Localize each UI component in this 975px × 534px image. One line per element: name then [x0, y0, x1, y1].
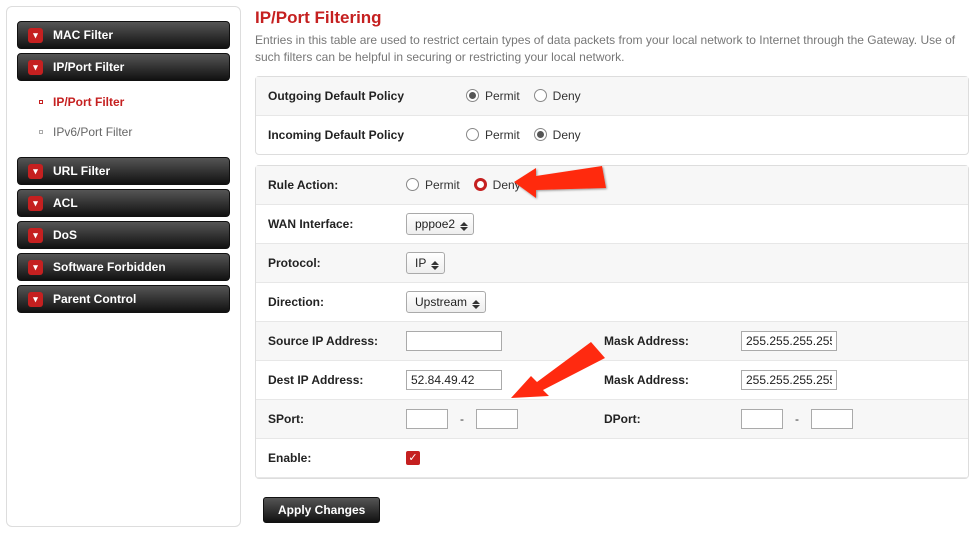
select-value: Upstream: [415, 295, 467, 309]
enable-label: Enable:: [256, 439, 396, 477]
select-value: IP: [415, 256, 426, 270]
enable-checkbox[interactable]: ✓: [406, 451, 420, 465]
nav-label: ACL: [53, 196, 78, 210]
permit-label: Permit: [485, 89, 520, 103]
dash: -: [454, 412, 470, 426]
apply-changes-button[interactable]: Apply Changes: [263, 497, 380, 523]
rule-action-label: Rule Action:: [256, 166, 396, 204]
wan-interface-label: WAN Interface:: [256, 205, 396, 243]
nav-parent-control[interactable]: ▾ Parent Control: [17, 285, 230, 313]
dport-to-input[interactable]: [811, 409, 853, 429]
direction-label: Direction:: [256, 283, 396, 321]
chevron-down-icon: ▾: [28, 292, 43, 307]
protocol-label: Protocol:: [256, 244, 396, 282]
sub-label: IPv6/Port Filter: [53, 125, 132, 139]
button-label: Apply Changes: [278, 503, 365, 517]
source-mask-input[interactable]: [741, 331, 837, 351]
rule-panel: Rule Action: Permit Deny WAN Interface: …: [255, 165, 969, 479]
deny-label: Deny: [553, 89, 581, 103]
sub-item-ipv6port[interactable]: IPv6/Port Filter: [17, 117, 230, 147]
sub-list: IP/Port Filter IPv6/Port Filter: [17, 87, 230, 147]
nav-label: IP/Port Filter: [53, 60, 124, 74]
direction-select[interactable]: Upstream: [406, 291, 486, 313]
chevron-down-icon: ▾: [28, 60, 43, 75]
page-desc: Entries in this table are used to restri…: [255, 32, 969, 66]
rule-deny-radio[interactable]: [474, 178, 487, 191]
nav-url-filter[interactable]: ▾ URL Filter: [17, 157, 230, 185]
rule-permit-radio[interactable]: [406, 178, 419, 191]
sport-to-input[interactable]: [476, 409, 518, 429]
dport-from-input[interactable]: [741, 409, 783, 429]
bullet-icon: [39, 130, 43, 134]
bullet-icon: [39, 100, 43, 104]
source-ip-input[interactable]: [406, 331, 502, 351]
incoming-permit-radio[interactable]: [466, 128, 479, 141]
nav-label: DoS: [53, 228, 77, 242]
sidebar: ▾ MAC Filter ▾ IP/Port Filter IP/Port Fi…: [6, 6, 241, 527]
wan-interface-select[interactable]: pppoe2: [406, 213, 474, 235]
chevron-down-icon: ▾: [28, 196, 43, 211]
sport-from-input[interactable]: [406, 409, 448, 429]
permit-label: Permit: [485, 128, 520, 142]
protocol-select[interactable]: IP: [406, 252, 445, 274]
dest-ip-label: Dest IP Address:: [256, 361, 396, 399]
source-mask-label: Mask Address:: [596, 322, 731, 360]
sub-label: IP/Port Filter: [53, 95, 124, 109]
source-ip-label: Source IP Address:: [256, 322, 396, 360]
page-title: IP/Port Filtering: [255, 8, 969, 28]
chevron-down-icon: ▾: [28, 260, 43, 275]
nav-dos[interactable]: ▾ DoS: [17, 221, 230, 249]
chevron-down-icon: ▾: [28, 28, 43, 43]
nav-ip-port-filter[interactable]: ▾ IP/Port Filter: [17, 53, 230, 81]
deny-label: Deny: [493, 178, 521, 192]
dash: -: [789, 412, 805, 426]
dport-label: DPort:: [596, 400, 731, 438]
chevron-down-icon: ▾: [28, 228, 43, 243]
dest-mask-label: Mask Address:: [596, 361, 731, 399]
nav-label: MAC Filter: [53, 28, 113, 42]
outgoing-permit-radio[interactable]: [466, 89, 479, 102]
outgoing-deny-radio[interactable]: [534, 89, 547, 102]
incoming-policy-label: Incoming Default Policy: [256, 116, 456, 154]
dest-ip-input[interactable]: [406, 370, 502, 390]
outgoing-policy-label: Outgoing Default Policy: [256, 77, 456, 115]
main-content: IP/Port Filtering Entries in this table …: [255, 6, 969, 527]
sub-item-ipport[interactable]: IP/Port Filter: [17, 87, 230, 117]
policy-panel: Outgoing Default Policy Permit Deny Inco…: [255, 76, 969, 155]
nav-label: URL Filter: [53, 164, 110, 178]
deny-label: Deny: [553, 128, 581, 142]
select-value: pppoe2: [415, 217, 455, 231]
dest-mask-input[interactable]: [741, 370, 837, 390]
chevron-down-icon: ▾: [28, 164, 43, 179]
nav-label: Parent Control: [53, 292, 136, 306]
permit-label: Permit: [425, 178, 460, 192]
nav-acl[interactable]: ▾ ACL: [17, 189, 230, 217]
incoming-deny-radio[interactable]: [534, 128, 547, 141]
nav-label: Software Forbidden: [53, 260, 166, 274]
nav-mac-filter[interactable]: ▾ MAC Filter: [17, 21, 230, 49]
nav-software-forbidden[interactable]: ▾ Software Forbidden: [17, 253, 230, 281]
sport-label: SPort:: [256, 400, 396, 438]
